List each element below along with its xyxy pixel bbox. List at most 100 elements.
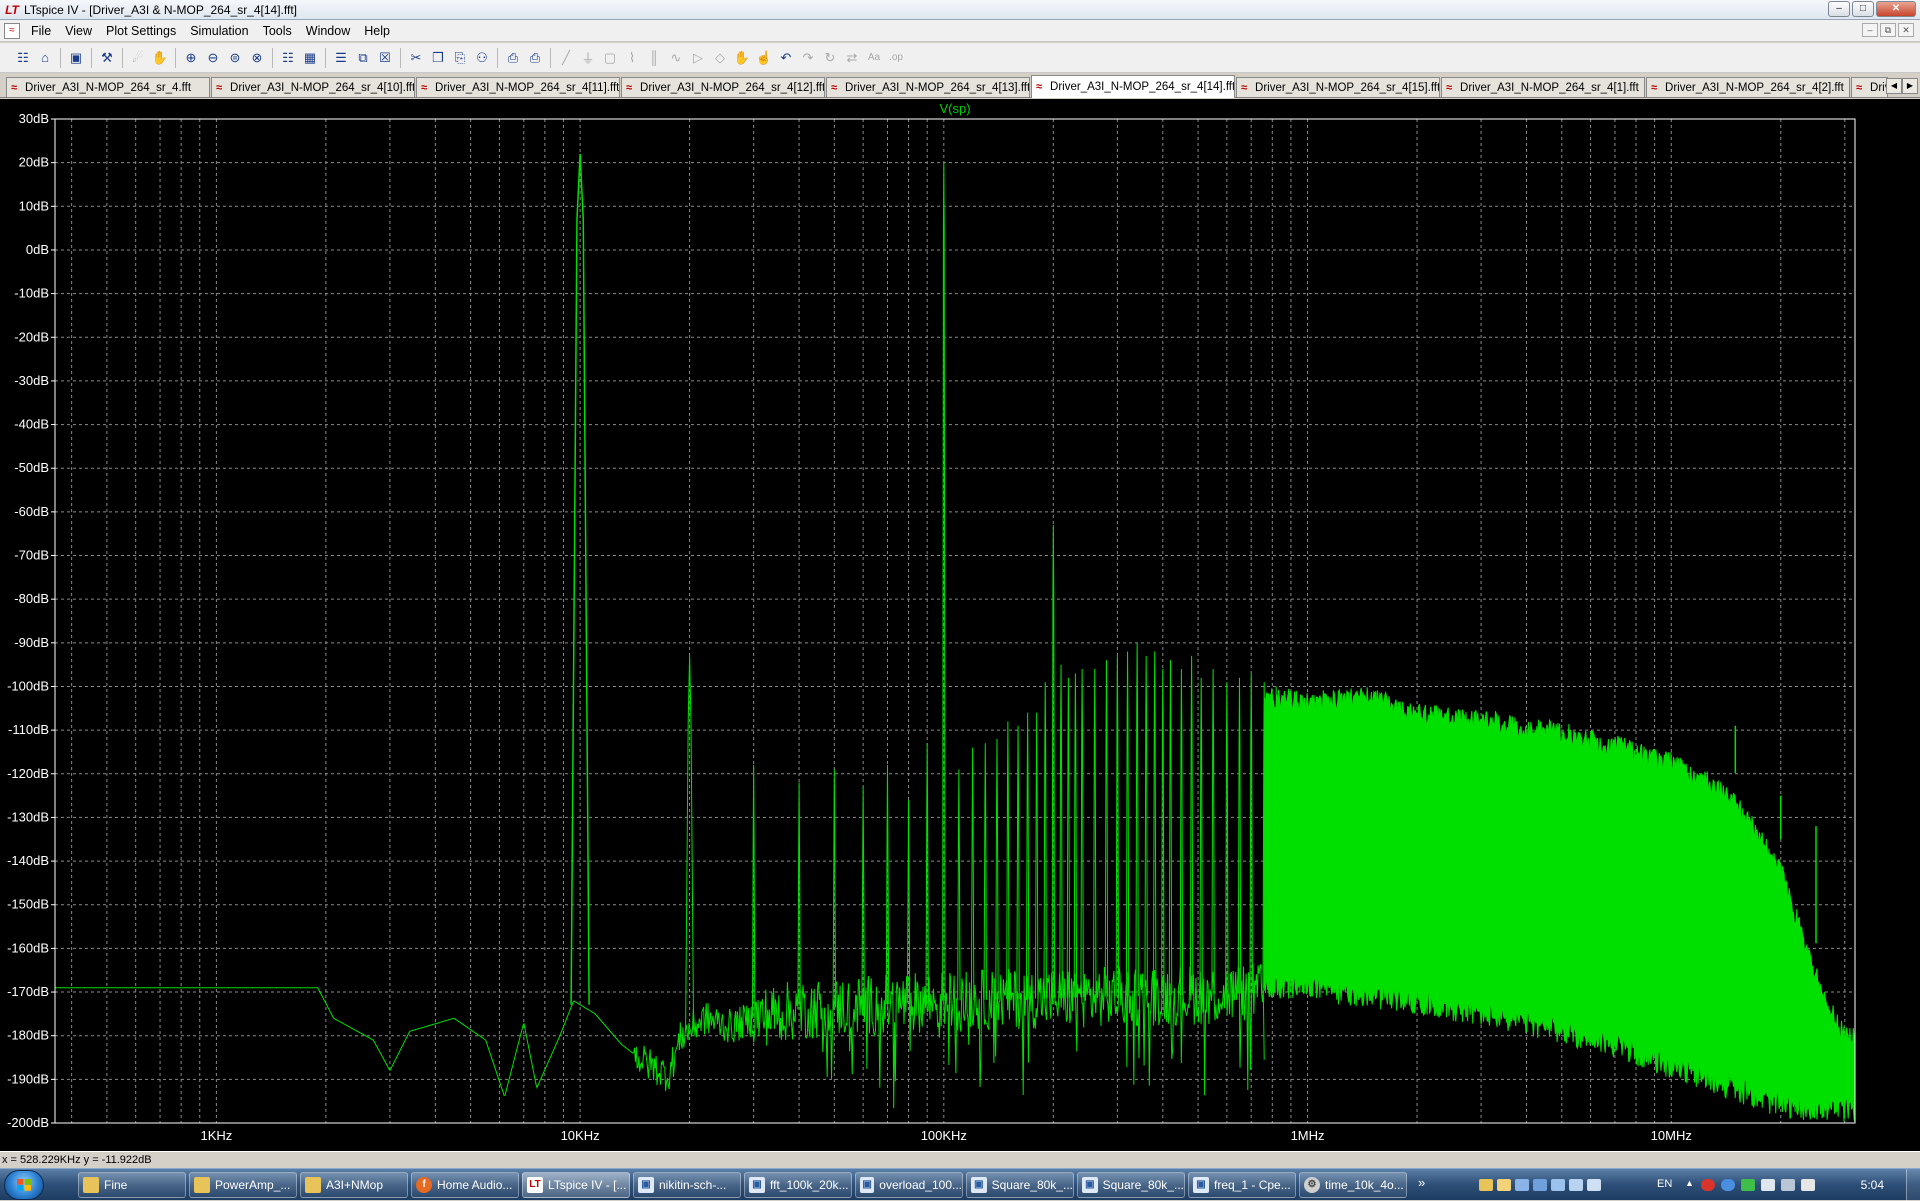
- tab-5[interactable]: ≈ Driver_A3I_N-MOP_264_sr_4[14].fft: [1031, 75, 1235, 98]
- taskbar-item-7[interactable]: ▣ overload_100...: [855, 1172, 963, 1198]
- menu-help[interactable]: Help: [357, 20, 397, 42]
- tab-scroll-right-button[interactable]: ▶: [1902, 78, 1918, 94]
- notes-tray-icon[interactable]: [1497, 1179, 1511, 1191]
- taskbar-item-5[interactable]: ▣ nikitin-sch-...: [633, 1172, 741, 1198]
- tab-4[interactable]: ≈ Driver_A3I_N-MOP_264_sr_4[13].fft: [826, 77, 1030, 97]
- show-hidden-icons-icon[interactable]: ▲: [1685, 1178, 1694, 1190]
- rotate-icon[interactable]: ↻: [819, 47, 841, 69]
- taskbar-item-11[interactable]: ⚙ time_10k_4o...: [1299, 1172, 1407, 1198]
- copy-icon[interactable]: ❐: [427, 47, 449, 69]
- taskbar-item-8[interactable]: ▣ Square_80k_...: [966, 1172, 1074, 1198]
- doc-restore-button[interactable]: ⧉: [1880, 23, 1896, 37]
- autorange-icon[interactable]: ☷: [277, 47, 299, 69]
- volume-icon[interactable]: [1801, 1179, 1815, 1191]
- maximize-button[interactable]: □: [1852, 1, 1874, 17]
- mirror-icon[interactable]: ⇄: [841, 47, 863, 69]
- tab-label: Driver_A3I_N-MOP_264_sr_4[1].fft: [1460, 81, 1639, 94]
- doc-minimize-button[interactable]: –: [1862, 23, 1878, 37]
- window-tray-icon[interactable]: [1551, 1179, 1565, 1191]
- ltspice-logo-icon[interactable]: LT: [4, 2, 20, 18]
- tab-6[interactable]: ≈ Driver_A3I_N-MOP_264_sr_4[15].fft: [1236, 77, 1440, 97]
- taskbar-item-9[interactable]: ▣ Square_80k_...: [1077, 1172, 1185, 1198]
- capacitor-icon[interactable]: ║: [643, 47, 665, 69]
- trace-label-vsp[interactable]: V(sp): [939, 101, 970, 116]
- zoom-fit-icon[interactable]: ⊜: [224, 47, 246, 69]
- resistor-icon[interactable]: ⌇: [621, 47, 643, 69]
- display-tray-icon[interactable]: [1781, 1179, 1795, 1191]
- network-tray-icon[interactable]: [1533, 1179, 1547, 1191]
- doc-close-button[interactable]: ✕: [1898, 23, 1914, 37]
- taskbar-item-3[interactable]: f Home Audio...: [411, 1172, 519, 1198]
- taskbar-item-10[interactable]: ▣ freq_1 - Cpe...: [1188, 1172, 1296, 1198]
- fft-plot[interactable]: 30dB 20dB 10dB 0dB -10dB -20dB -30dB -40dB -50dB…: [0, 99, 1920, 1151]
- save-icon[interactable]: ▣: [65, 47, 87, 69]
- taskbar-item-4[interactable]: LT LTspice IV - [...: [522, 1172, 630, 1198]
- label-icon[interactable]: ▢: [599, 47, 621, 69]
- zoom-out-icon[interactable]: ⊖: [202, 47, 224, 69]
- tab-0[interactable]: ≈ Driver_A3I_N-MOP_264_sr_4.fft: [6, 77, 210, 97]
- tab-7[interactable]: ≈ Driver_A3I_N-MOP_264_sr_4[1].fft: [1441, 77, 1645, 97]
- network-status-icon[interactable]: [1761, 1179, 1775, 1191]
- monitor-tray-icon[interactable]: [1515, 1179, 1529, 1191]
- globe-tray-icon[interactable]: [1721, 1179, 1735, 1191]
- text-icon[interactable]: Aa: [863, 47, 885, 69]
- close-button[interactable]: ✕: [1876, 1, 1916, 17]
- tab-3[interactable]: ≈ Driver_A3I_N-MOP_264_sr_4[12].fft: [621, 77, 825, 97]
- halt-icon[interactable]: ✋: [149, 47, 171, 69]
- battery-tray-icon[interactable]: [1741, 1179, 1755, 1191]
- run-icon[interactable]: ☄: [127, 47, 149, 69]
- y-tick-label: -80dB: [14, 591, 49, 606]
- cascade-icon[interactable]: ⧉: [352, 47, 374, 69]
- find-icon[interactable]: ⚇: [471, 47, 493, 69]
- folder-tray-icon[interactable]: [1479, 1179, 1493, 1191]
- diode-icon[interactable]: ▷: [687, 47, 709, 69]
- tab-9[interactable]: ≈Driver_...: [1851, 77, 1888, 97]
- undo-icon[interactable]: ↶: [775, 47, 797, 69]
- grid-icon[interactable]: ▦: [299, 47, 321, 69]
- open-icon[interactable]: ⌂: [34, 47, 56, 69]
- antivirus-tray-icon[interactable]: [1701, 1179, 1715, 1191]
- zoom-in-icon[interactable]: ⊕: [180, 47, 202, 69]
- tab-8[interactable]: ≈ Driver_A3I_N-MOP_264_sr_4[2].fft: [1646, 77, 1850, 97]
- print-icon[interactable]: ⎙: [502, 47, 524, 69]
- language-indicator[interactable]: EN: [1657, 1178, 1672, 1190]
- show-desktop-button[interactable]: [1906, 1169, 1920, 1201]
- redo-icon[interactable]: ↷: [797, 47, 819, 69]
- inductor-icon[interactable]: ∿: [665, 47, 687, 69]
- cut-icon[interactable]: ✂: [405, 47, 427, 69]
- menu-view[interactable]: View: [58, 20, 99, 42]
- move-icon[interactable]: ✋: [731, 47, 753, 69]
- menu-simulation[interactable]: Simulation: [183, 20, 255, 42]
- tab-scroll-left-button[interactable]: ◀: [1886, 78, 1902, 94]
- document-icon[interactable]: ≈: [4, 22, 20, 39]
- new-schematic-icon[interactable]: ☷: [12, 47, 34, 69]
- taskbar-item-0[interactable]: Fine: [78, 1172, 186, 1198]
- wire-icon[interactable]: ╱: [555, 47, 577, 69]
- taskbar-overflow-icon[interactable]: »: [1418, 1175, 1425, 1190]
- clock[interactable]: 5:04: [1861, 1178, 1884, 1192]
- taskbar-item-6[interactable]: ▣ fft_100k_20k...: [744, 1172, 852, 1198]
- tile-horizontal-icon[interactable]: ☰: [330, 47, 352, 69]
- close-all-icon[interactable]: ☒: [374, 47, 396, 69]
- menu-plot-settings[interactable]: Plot Settings: [99, 20, 183, 42]
- menu-file[interactable]: File: [24, 20, 58, 42]
- spice-directive-icon[interactable]: .op: [885, 47, 907, 69]
- component-icon[interactable]: ◇: [709, 47, 731, 69]
- tab-2[interactable]: ≈ Driver_A3I_N-MOP_264_sr_4[11].fft: [416, 77, 620, 97]
- start-button[interactable]: [4, 1170, 44, 1200]
- taskbar-item-1[interactable]: PowerAmp_...: [189, 1172, 297, 1198]
- drag-icon[interactable]: ☝: [753, 47, 775, 69]
- menu-tools[interactable]: Tools: [256, 20, 299, 42]
- menu-window[interactable]: Window: [299, 20, 357, 42]
- tab-1[interactable]: ≈ Driver_A3I_N-MOP_264_sr_4[10].fft: [211, 77, 415, 97]
- paste-icon[interactable]: ⎘: [449, 47, 471, 69]
- control-panel-icon[interactable]: ⚒: [96, 47, 118, 69]
- ground-icon[interactable]: ⏚: [577, 47, 599, 69]
- zoom-cancel-icon[interactable]: ⊗: [246, 47, 268, 69]
- print-setup-icon[interactable]: ⎙: [524, 47, 546, 69]
- waveform-plot-pane[interactable]: 30dB 20dB 10dB 0dB -10dB -20dB -30dB -40dB -50dB…: [0, 99, 1920, 1151]
- minimize-button[interactable]: –: [1828, 1, 1850, 17]
- recycle-bin-tray-icon[interactable]: [1587, 1179, 1601, 1191]
- taskbar-item-2[interactable]: A3I+NMop: [300, 1172, 408, 1198]
- mail-tray-icon[interactable]: [1569, 1179, 1583, 1191]
